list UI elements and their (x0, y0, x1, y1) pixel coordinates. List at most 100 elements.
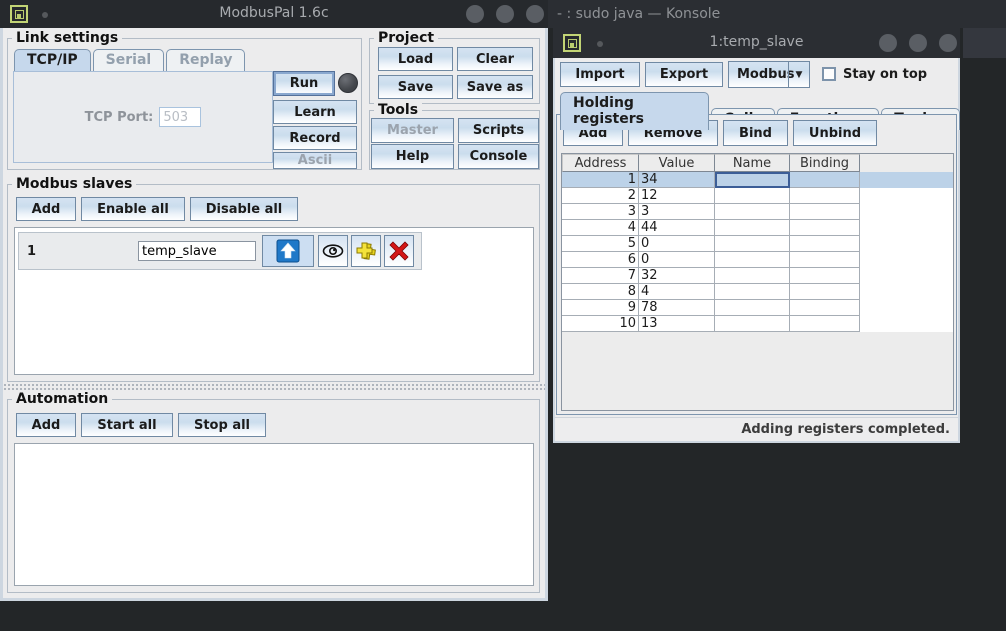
slave-add-button[interactable]: Add (16, 197, 76, 221)
slave-delete-button[interactable] (384, 235, 414, 267)
cell-binding[interactable] (790, 284, 860, 300)
link-status-led (338, 73, 358, 93)
table-row[interactable]: 84 (562, 284, 953, 300)
clear-button[interactable]: Clear (457, 47, 533, 71)
modbus-dropdown[interactable]: Modbus ▼ (728, 61, 810, 88)
cell-binding[interactable] (790, 188, 860, 204)
enable-all-button[interactable]: Enable all (81, 197, 185, 221)
cell-name[interactable] (715, 204, 790, 220)
import-button[interactable]: Import (560, 62, 640, 87)
register-unbind-button[interactable]: Unbind (793, 120, 877, 146)
cell-binding[interactable] (790, 172, 860, 188)
cell-value[interactable]: 0 (639, 236, 715, 252)
cell-address[interactable]: 3 (562, 204, 639, 220)
help-button[interactable]: Help (371, 144, 454, 169)
tab-serial[interactable]: Serial (93, 49, 165, 71)
cell-name[interactable] (715, 172, 790, 188)
project-title: Project (374, 30, 438, 46)
cell-value[interactable]: 13 (639, 316, 715, 332)
cell-name[interactable] (715, 220, 790, 236)
table-row[interactable]: 978 (562, 300, 953, 316)
cell-name[interactable] (715, 188, 790, 204)
automation-add-button[interactable]: Add (16, 413, 76, 437)
tcp-port-input[interactable] (159, 107, 201, 127)
cell-value[interactable]: 78 (639, 300, 715, 316)
cell-address[interactable]: 1 (562, 172, 639, 188)
column-header-address[interactable]: Address (562, 154, 639, 172)
ascii-button[interactable]: Ascii (273, 152, 357, 169)
cell-name[interactable] (715, 252, 790, 268)
cell-binding[interactable] (790, 300, 860, 316)
stay-on-top-checkbox[interactable] (822, 67, 836, 81)
column-header-binding[interactable]: Binding (790, 154, 860, 172)
minimize-button[interactable] (879, 34, 897, 52)
cell-value[interactable]: 3 (639, 204, 715, 220)
slave-add-automation-button[interactable] (351, 235, 381, 267)
cell-binding[interactable] (790, 236, 860, 252)
table-row[interactable]: 60 (562, 252, 953, 268)
cell-binding[interactable] (790, 204, 860, 220)
automation-list (14, 443, 534, 586)
tab-holding-registers[interactable]: Holding registers (560, 92, 709, 130)
cell-address[interactable]: 5 (562, 236, 639, 252)
learn-button[interactable]: Learn (273, 100, 357, 124)
cell-value[interactable]: 12 (639, 188, 715, 204)
cell-address[interactable]: 9 (562, 300, 639, 316)
cell-address[interactable]: 2 (562, 188, 639, 204)
table-row[interactable]: 1013 (562, 316, 953, 332)
cell-address[interactable]: 8 (562, 284, 639, 300)
save-button[interactable]: Save (378, 75, 453, 99)
table-row[interactable]: 134 (562, 172, 953, 188)
cell-name[interactable] (715, 268, 790, 284)
cell-address[interactable]: 4 (562, 220, 639, 236)
cell-value[interactable]: 4 (639, 284, 715, 300)
cell-name[interactable] (715, 316, 790, 332)
close-button[interactable] (939, 34, 957, 52)
slave-list: 1 (14, 227, 534, 375)
tab-replay[interactable]: Replay (166, 49, 245, 71)
cell-binding[interactable] (790, 220, 860, 236)
close-button[interactable] (526, 5, 544, 23)
column-header-value[interactable]: Value (639, 154, 715, 172)
record-button[interactable]: Record (273, 126, 357, 150)
run-button[interactable]: Run (273, 71, 335, 96)
master-button[interactable]: Master (371, 118, 454, 143)
cell-address[interactable]: 6 (562, 252, 639, 268)
cell-address[interactable]: 10 (562, 316, 639, 332)
scripts-button[interactable]: Scripts (458, 118, 539, 143)
stop-all-button[interactable]: Stop all (178, 413, 266, 437)
slave-visibility-button[interactable] (318, 235, 348, 267)
console-button[interactable]: Console (458, 144, 539, 169)
cell-value[interactable]: 0 (639, 252, 715, 268)
cell-binding[interactable] (790, 268, 860, 284)
konsole-titlebar: - : sudo java — Konsole (545, 0, 1006, 28)
maximize-button[interactable] (909, 34, 927, 52)
maximize-button[interactable] (496, 5, 514, 23)
cell-name[interactable] (715, 236, 790, 252)
cell-value[interactable]: 32 (639, 268, 715, 284)
disable-all-button[interactable]: Disable all (190, 197, 298, 221)
cell-address[interactable]: 7 (562, 268, 639, 284)
load-button[interactable]: Load (378, 47, 453, 71)
slave-enable-toggle-button[interactable] (262, 235, 314, 267)
cell-value[interactable]: 44 (639, 220, 715, 236)
cell-binding[interactable] (790, 252, 860, 268)
column-header-name[interactable]: Name (715, 154, 790, 172)
start-all-button[interactable]: Start all (81, 413, 173, 437)
table-row[interactable]: 212 (562, 188, 953, 204)
konsole-title: - : sudo java — Konsole (557, 6, 720, 22)
table-row[interactable]: 50 (562, 236, 953, 252)
cell-value[interactable]: 34 (639, 172, 715, 188)
register-bind-button[interactable]: Bind (723, 120, 788, 146)
cell-binding[interactable] (790, 316, 860, 332)
table-row[interactable]: 33 (562, 204, 953, 220)
minimize-button[interactable] (466, 5, 484, 23)
cell-name[interactable] (715, 300, 790, 316)
slave-name-input[interactable] (138, 241, 256, 261)
table-row[interactable]: 732 (562, 268, 953, 284)
tab-tcpip[interactable]: TCP/IP (14, 49, 91, 71)
export-button[interactable]: Export (645, 62, 723, 87)
table-row[interactable]: 444 (562, 220, 953, 236)
cell-name[interactable] (715, 284, 790, 300)
save-as-button[interactable]: Save as (457, 75, 533, 99)
